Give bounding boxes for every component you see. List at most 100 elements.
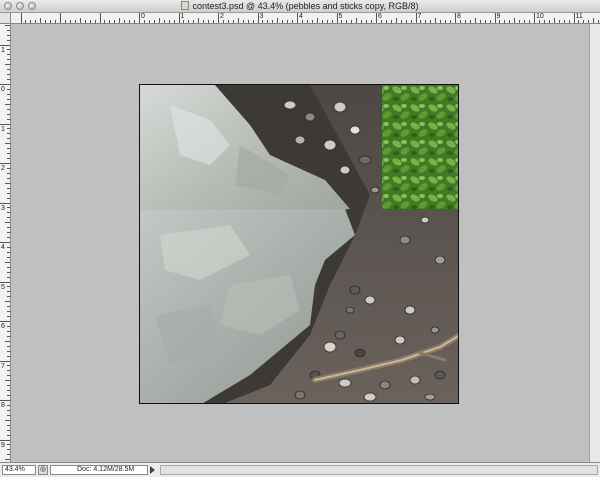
ruler-tick (7, 316, 10, 318)
status-bar: 43.4% ◎ Doc: 4.12M/28.5M (0, 462, 600, 477)
psd-document-icon (181, 1, 190, 10)
ruler-tick (0, 84, 10, 85)
ruler-tick (7, 286, 10, 288)
ruler-tick (7, 246, 10, 248)
ruler-tick (459, 20, 461, 23)
ruler-tick (0, 163, 10, 164)
ruler-tick (7, 39, 10, 41)
ruler-tick (356, 18, 358, 23)
ruler-label: 10 (536, 13, 544, 20)
ruler-tick (514, 18, 516, 23)
ruler-label: 1 (1, 46, 5, 54)
ruler-tick (410, 20, 412, 23)
ruler-tick (7, 29, 10, 31)
ruler-tick (7, 227, 10, 229)
ruler-tick (415, 13, 417, 23)
ruler-tick (7, 454, 10, 456)
ruler-tick (7, 404, 10, 406)
ruler-tick (7, 325, 10, 327)
ruler-tick (361, 20, 363, 23)
status-options-icon[interactable]: ◎ (38, 465, 48, 475)
ruler-tick (509, 20, 511, 23)
horizontal-ruler[interactable]: 0 1 2 3 4 5 6 7 8 9 10 11 (11, 13, 600, 24)
ruler-tick (336, 13, 338, 23)
ruler-tick (267, 20, 269, 23)
ruler-tick (395, 18, 397, 23)
ruler-tick (7, 217, 10, 219)
ruler-tick (272, 20, 274, 23)
ruler-tick (7, 409, 10, 411)
document-canvas[interactable] (139, 84, 459, 404)
ruler-tick (385, 20, 387, 23)
ruler-tick (109, 20, 111, 23)
ruler-tick (213, 20, 215, 23)
ruler-tick (464, 20, 466, 23)
ruler-tick (7, 118, 10, 120)
ruler-tick (7, 212, 10, 214)
ruler-tick (247, 20, 249, 23)
ruler-tick (7, 74, 10, 76)
ruler-label: 5 (338, 13, 343, 20)
ruler-tick (40, 18, 42, 23)
ruler-tick (7, 113, 10, 115)
ruler-tick (94, 20, 96, 23)
ruler-tick (7, 172, 10, 174)
ruler-tick (5, 24, 10, 26)
ruler-label: 3 (1, 204, 5, 212)
ruler-label: 6 (378, 13, 382, 20)
ruler-tick (7, 34, 10, 36)
ruler-tick (227, 20, 229, 23)
ruler-tick (7, 256, 10, 258)
ruler-label: 1 (180, 13, 185, 20)
ruler-tick (262, 20, 264, 23)
ruler-tick (5, 64, 10, 66)
ruler-tick (7, 192, 10, 194)
ruler-tick (252, 20, 254, 23)
ruler-tick (331, 20, 333, 23)
ruler-label: 2 (1, 165, 5, 172)
ruler-tick (7, 330, 10, 332)
ruler-label: 1 (1, 125, 5, 133)
ruler-label: 8 (457, 13, 461, 20)
ruler-tick (445, 20, 447, 23)
ruler-tick (7, 414, 10, 416)
ruler-tick (534, 13, 535, 23)
ruler-tick (45, 20, 47, 23)
ruler-label: 5 (1, 283, 5, 291)
ruler-tick (543, 20, 545, 23)
ruler-tick (183, 20, 185, 23)
ruler-tick (129, 20, 131, 23)
ruler-tick (35, 20, 37, 23)
ruler-tick (504, 20, 506, 23)
ruler-tick (178, 13, 180, 23)
ruler-origin-corner[interactable] (0, 13, 11, 24)
vertical-ruler[interactable]: 1 0 1 2 3 4 5 6 7 8 9 (0, 24, 11, 462)
ruler-tick (583, 20, 585, 23)
ruler-tick (5, 222, 10, 224)
ruler-tick (405, 20, 407, 23)
ruler-tick (0, 360, 10, 362)
ruler-tick (7, 79, 10, 81)
zoom-level-field[interactable]: 43.4% (2, 465, 36, 475)
ruler-tick (420, 20, 422, 23)
ruler-tick (277, 18, 279, 23)
ruler-tick (499, 20, 501, 23)
ruler-tick (158, 18, 160, 23)
horizontal-scrollbar[interactable] (160, 465, 598, 475)
ruler-tick (5, 261, 10, 263)
ruler-tick (400, 20, 402, 23)
ruler-tick (143, 20, 145, 23)
ruler-tick (99, 13, 101, 23)
title-bar[interactable]: contest3.psd @ 43.4% (pebbles and sticks… (0, 0, 600, 13)
composited-image (140, 85, 458, 403)
ruler-tick (7, 276, 10, 278)
ruler-tick (7, 69, 10, 71)
ruler-tick (7, 232, 10, 234)
vertical-scrollbar[interactable] (589, 24, 600, 462)
window-title-wrap: contest3.psd @ 43.4% (pebbles and sticks… (0, 0, 600, 13)
ruler-tick (588, 20, 590, 23)
ruler-tick (538, 20, 540, 23)
status-menu-arrow-icon[interactable] (150, 466, 155, 474)
ruler-label: 0 (141, 13, 145, 20)
ruler-tick (89, 20, 91, 23)
